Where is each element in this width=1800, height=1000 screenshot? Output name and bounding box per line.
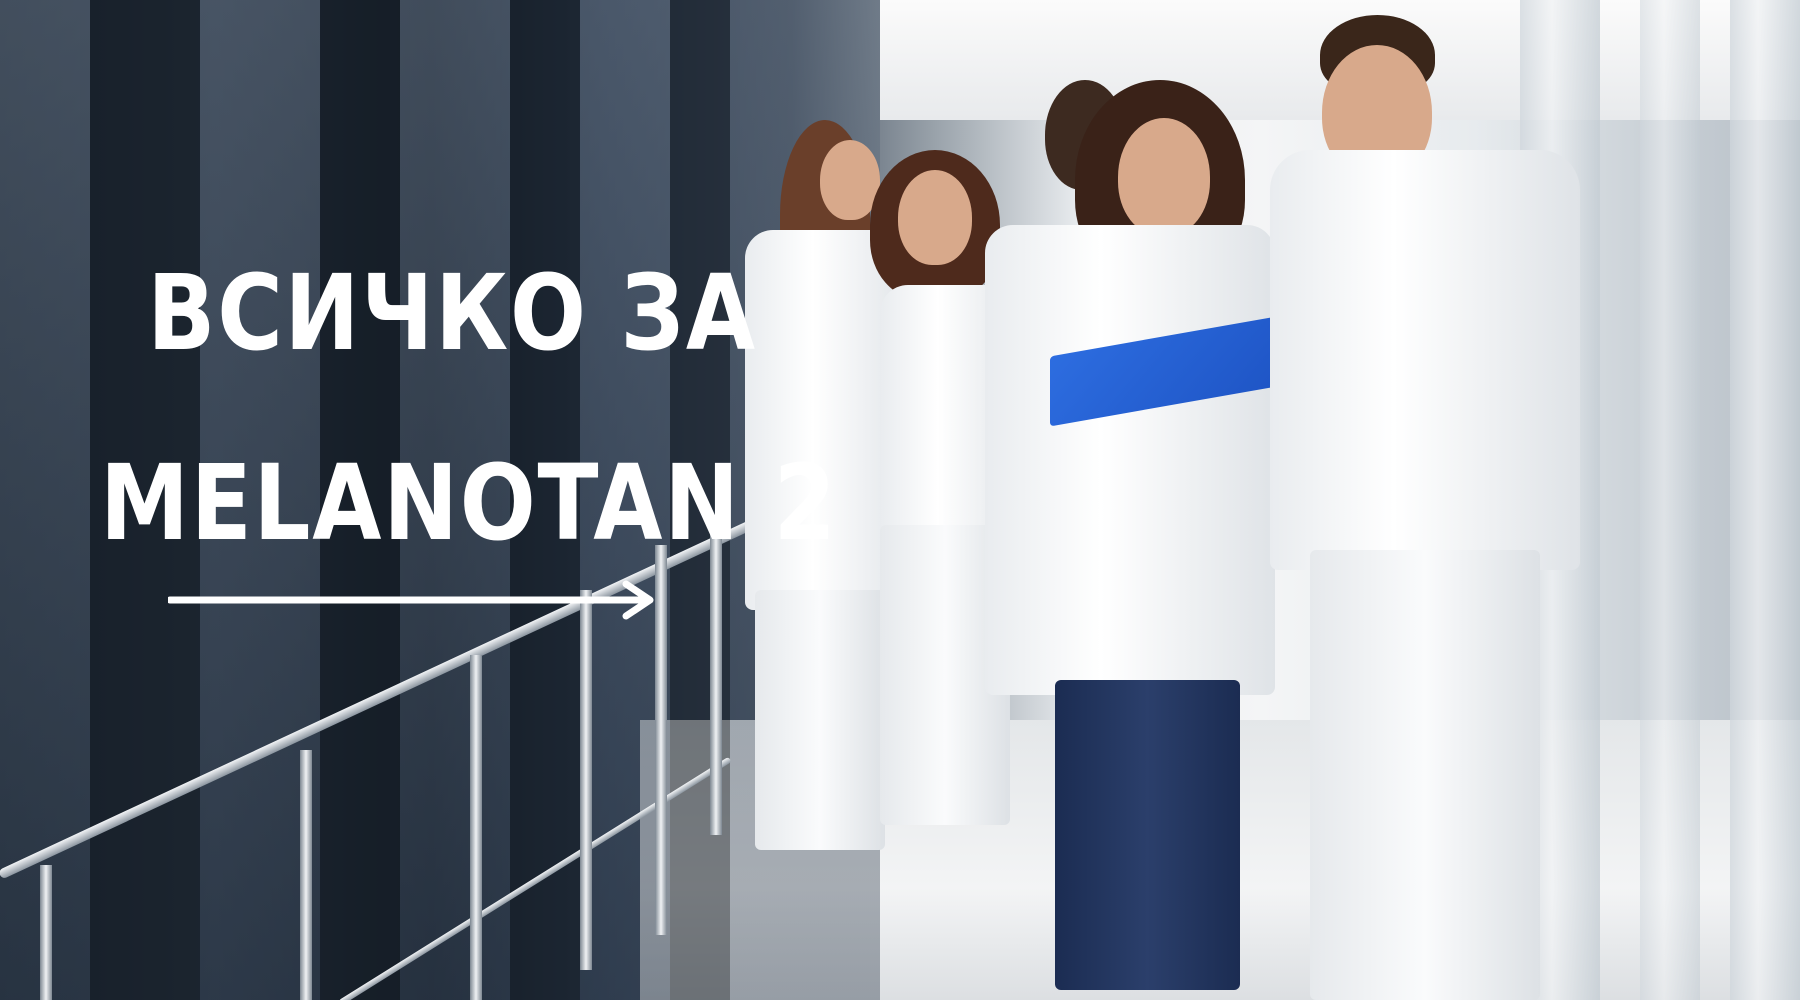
hero-banner: ВСИЧКО ЗА MELANOTAN 2 — [0, 0, 1800, 1000]
headline-line-2: MELANOTAN 2 — [100, 442, 838, 564]
railing-post — [40, 865, 52, 1000]
railing-post — [580, 590, 592, 970]
railing-post — [470, 655, 482, 1000]
glass-wall — [1730, 0, 1800, 1000]
headline-line-1: ВСИЧКО ЗА — [147, 252, 757, 374]
railing-post — [300, 750, 312, 1000]
glass-wall — [1640, 0, 1700, 1000]
banner-headline: ВСИЧКО ЗА MELANOTAN 2 — [100, 218, 838, 598]
right-arrow-icon — [168, 580, 654, 620]
